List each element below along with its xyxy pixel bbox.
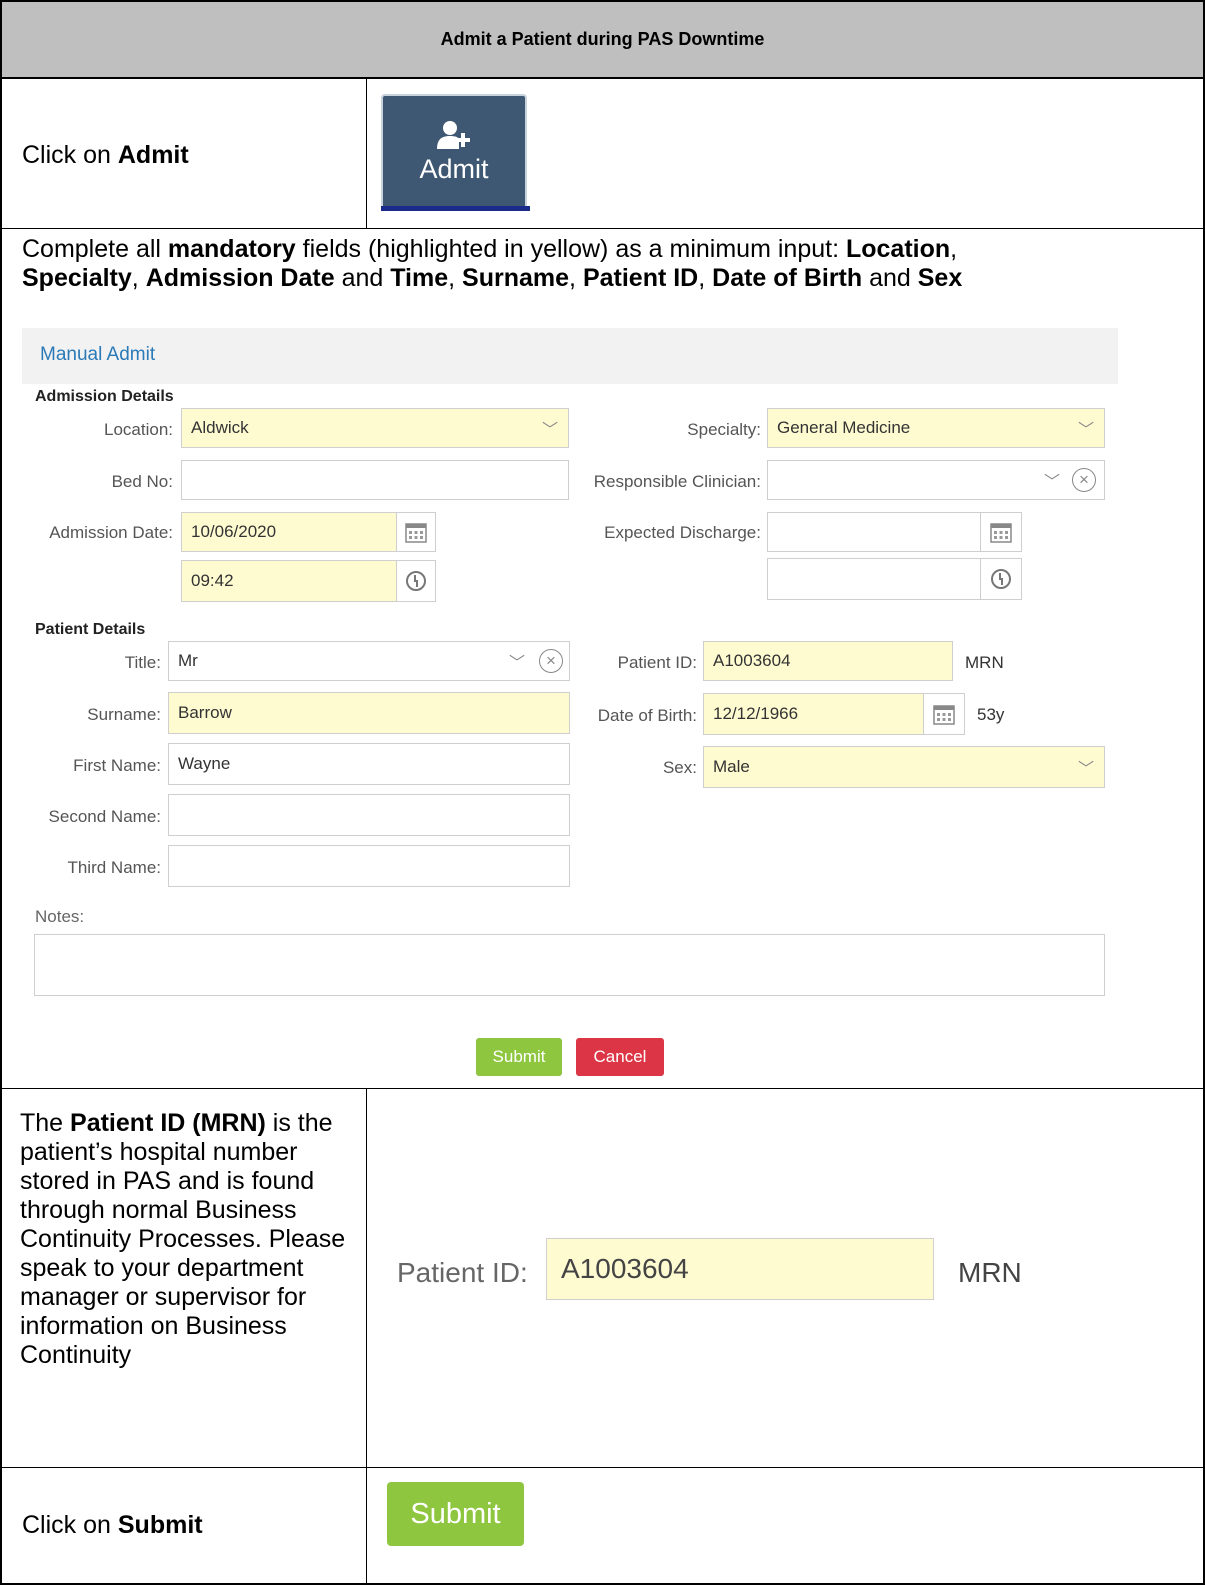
step1-text: Click on Admit [22,141,189,169]
bed-no-label: Bed No: [111,472,173,491]
calendar-icon [933,705,955,725]
surname-input[interactable]: Barrow [168,692,570,734]
bed-no-input[interactable] [181,460,569,500]
expected-discharge-time-picker[interactable] [980,558,1022,600]
sex-select[interactable]: Male ﹀ [703,746,1105,788]
patient-details-heading: Patient Details [35,621,146,638]
chevron-down-icon: ﹀ [541,422,558,439]
admission-date-picker[interactable] [396,512,436,552]
calendar-icon [405,523,427,543]
third-name-label: Third Name: [67,858,161,877]
second-name-label: Second Name: [48,807,161,826]
step4-text: Click on Submit [22,1511,203,1539]
patient-id-zoom-suffix: MRN [958,1257,1022,1288]
location-select[interactable]: Aldwick ﹀ [181,408,569,448]
expected-discharge-input[interactable] [767,512,980,552]
submit-button-zoom[interactable]: Submit [387,1482,524,1546]
surname-label: Surname: [87,705,161,724]
admission-time-picker[interactable] [396,560,436,602]
step3-image-cell: Patient ID: A1003604 MRN [366,1088,1205,1468]
notes-textarea[interactable] [34,934,1105,996]
patient-id-zoom-label: Patient ID: [397,1257,528,1288]
step2-line1: Complete all mandatory fields (highlight… [22,235,958,263]
clock-icon [406,571,426,591]
admission-date-input[interactable]: 10/06/2020 [181,512,396,552]
admit-button[interactable]: Admit [381,94,527,210]
step3-text-cell: The Patient ID (MRN) is the patient’s ho… [0,1088,367,1468]
date-of-birth-input[interactable]: 12/12/1966 [703,693,923,735]
step1-text-cell: Click on Admit [0,77,367,229]
step3-text: The Patient ID (MRN) is the patient’s ho… [20,1109,346,1369]
title-label: Title: [124,653,161,672]
third-name-input[interactable] [168,845,570,887]
admit-button-label: Admit [419,153,489,184]
header-title: Admit a Patient during PAS Downtime [440,29,765,49]
notes-label: Notes: [35,907,85,926]
manual-admit-title: Manual Admit [40,344,156,365]
expected-discharge-label: Expected Discharge: [604,523,761,542]
patient-id-label: Patient ID: [617,653,697,672]
admission-details-heading: Admission Details [35,388,174,405]
user-plus-icon [437,120,470,149]
patient-id-zoom-input[interactable]: A1003604 [546,1238,934,1300]
cancel-button[interactable]: Cancel [576,1038,664,1076]
sex-label: Sex: [662,758,697,777]
first-name-label: First Name: [73,756,161,775]
title-select[interactable]: Mr ﹀ × [168,641,570,681]
first-name-input[interactable]: Wayne [168,743,570,785]
expected-discharge-picker[interactable] [980,512,1022,552]
patient-id-input[interactable]: A1003604 [703,641,953,681]
document-header: Admit a Patient during PAS Downtime [0,0,1205,79]
chevron-down-icon: ﹀ [1043,474,1060,491]
chevron-down-icon: ﹀ [1077,422,1094,439]
age-text: 53y [977,705,1005,724]
specialty-select[interactable]: General Medicine ﹀ [767,408,1105,448]
chevron-down-icon: ﹀ [508,655,525,672]
submit-button[interactable]: Submit [476,1038,562,1076]
admission-date-label: Admission Date: [49,523,173,542]
location-label: Location: [104,420,173,439]
calendar-icon [990,523,1012,543]
manual-admit-header: Manual Admit [22,328,1118,384]
responsible-clinician-label: Responsible Clinician: [593,472,761,491]
admission-time-input[interactable]: 09:42 [181,560,396,602]
step2-line2: Specialty, Admission Date and Time, Surn… [22,264,963,292]
mrn-suffix: MRN [965,653,1004,672]
clock-icon [991,569,1011,589]
clear-circle-icon[interactable]: × [1072,468,1096,492]
date-of-birth-label: Date of Birth: [597,706,697,725]
step2-text: Complete all mandatory fields (highlight… [22,235,1192,293]
admit-button-underline [381,206,530,211]
step4-text-cell: Click on Submit [0,1467,367,1585]
expected-discharge-time-input[interactable] [767,558,980,600]
specialty-label: Specialty: [687,420,761,439]
date-of-birth-picker[interactable] [923,693,965,735]
responsible-clinician-select[interactable]: ﹀ × [767,460,1105,500]
chevron-down-icon: ﹀ [1077,761,1094,778]
second-name-input[interactable] [168,794,570,836]
